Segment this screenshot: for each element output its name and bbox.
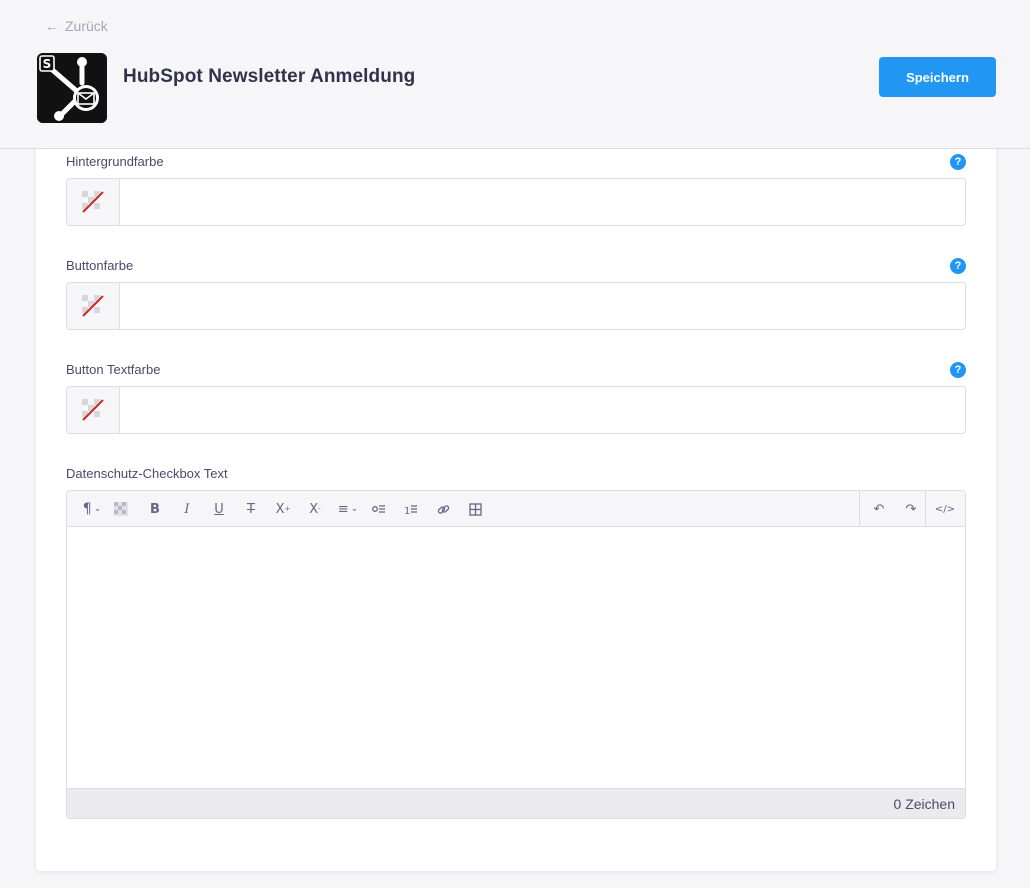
plugin-logo: S <box>37 53 107 123</box>
editor-toolbar: ¶ ⌄ B I U T X + X- ≡ ⌄ 1 ↶ ↷ </> <box>67 491 965 527</box>
editor-status-bar: 0 Zeichen <box>67 788 965 818</box>
settings-card: Hintergrundfarbe ? Buttonfarbe ? Button … <box>36 120 996 871</box>
help-icon[interactable]: ? <box>950 154 966 170</box>
source-code-icon[interactable]: </> <box>934 499 956 519</box>
link-icon[interactable] <box>432 499 454 519</box>
button-color-label: Buttonfarbe <box>66 258 134 273</box>
paragraph-icon[interactable]: ¶ ⌄ <box>77 499 107 519</box>
toolbar-divider <box>925 491 926 527</box>
color-swatch-button[interactable] <box>67 283 120 329</box>
back-link[interactable]: ← Zurück <box>45 17 108 35</box>
bold-icon[interactable]: B <box>144 499 166 519</box>
redo-icon[interactable]: ↷ <box>900 499 922 519</box>
page-title: HubSpot Newsletter Anmeldung <box>123 66 416 87</box>
privacy-text-label: Datenschutz-Checkbox Text <box>66 466 228 481</box>
editor-content-area[interactable] <box>67 527 965 788</box>
color-icon[interactable] <box>110 499 132 519</box>
button-color-field <box>66 282 966 330</box>
character-count: 0 Zeichen <box>893 795 955 812</box>
background-color-field <box>66 178 966 226</box>
button-text-color-input[interactable] <box>120 387 965 433</box>
arrow-left-icon: ← <box>45 18 59 34</box>
background-color-input[interactable] <box>120 179 965 225</box>
strikethrough-icon[interactable]: T <box>240 499 262 519</box>
subscript-icon[interactable]: X- <box>304 499 326 519</box>
empty-color-icon <box>82 191 104 213</box>
button-text-color-field <box>66 386 966 434</box>
numbered-list-icon[interactable]: 1 <box>400 499 422 519</box>
color-swatch-button[interactable] <box>67 179 120 225</box>
color-swatch-button[interactable] <box>67 387 120 433</box>
superscript-icon[interactable]: X + <box>272 499 294 519</box>
back-link-label: Zurück <box>65 18 108 34</box>
empty-color-icon <box>82 399 104 421</box>
underline-icon[interactable]: U <box>208 499 230 519</box>
svg-text:S: S <box>43 57 52 71</box>
rich-text-editor: ¶ ⌄ B I U T X + X- ≡ ⌄ 1 ↶ ↷ </> 0 Zeich… <box>66 490 966 819</box>
button-text-color-label: Button Textfarbe <box>66 362 161 377</box>
empty-color-icon <box>82 295 104 317</box>
page-header: ← Zurück S HubSpot Newsletter Anmeldung … <box>0 0 1030 149</box>
toolbar-divider <box>859 491 860 527</box>
button-color-input[interactable] <box>120 283 965 329</box>
bullet-list-icon[interactable] <box>368 499 390 519</box>
save-button[interactable]: Speichern <box>879 57 996 97</box>
table-icon[interactable] <box>464 499 486 519</box>
background-color-label: Hintergrundfarbe <box>66 154 164 169</box>
align-icon[interactable]: ≡ ⌄ <box>333 499 363 519</box>
svg-text:1: 1 <box>404 506 410 515</box>
undo-icon[interactable]: ↶ <box>868 499 890 519</box>
help-icon[interactable]: ? <box>950 258 966 274</box>
italic-icon[interactable]: I <box>176 499 198 519</box>
help-icon[interactable]: ? <box>950 362 966 378</box>
